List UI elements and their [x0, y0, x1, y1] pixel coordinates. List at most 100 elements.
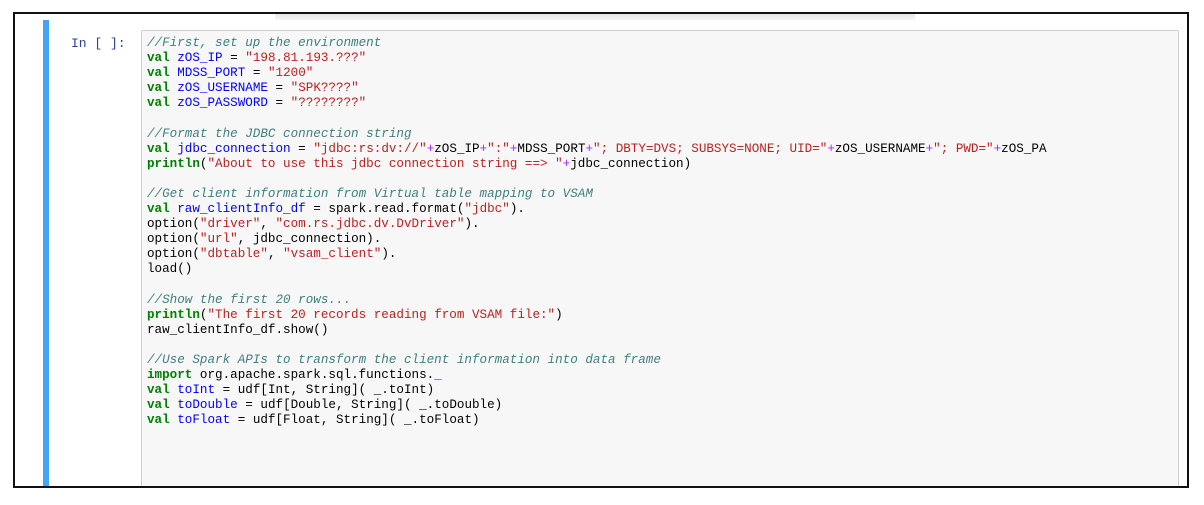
code-token: ,: [267, 247, 284, 262]
code-token: option(: [147, 247, 200, 262]
code-token: "url": [199, 232, 238, 247]
code-token: println: [147, 307, 200, 322]
code-line: val toDouble = udf[Double, String]( _.to…: [147, 398, 1047, 413]
code-token: val: [147, 413, 170, 428]
code-line: val jdbc_connection = "jdbc:rs:dv://"+zO…: [147, 142, 1047, 157]
code-token: "jdbc:rs:dv://": [313, 141, 427, 156]
code-token: "SPK????": [290, 81, 359, 96]
code-token: , jdbc_connection).: [237, 232, 382, 247]
code-token: raw_clientInfo_df.show(): [147, 322, 329, 337]
code-token: "; DBTY=DVS; SUBSYS=NONE; UID=": [593, 141, 828, 156]
code-line: println("The first 20 records reading fr…: [147, 308, 1047, 323]
code-line: load(): [147, 262, 1047, 277]
code-token: "com.rs.jdbc.dv.DvDriver": [275, 217, 465, 232]
code-line: import org.apache.spark.sql.functions._: [147, 368, 1047, 383]
code-token: "????????": [290, 96, 367, 111]
notebook-code-cell[interactable]: In [ ]: //First, set up the environment v…: [43, 20, 1187, 486]
code-token: = spark.read.format(: [305, 202, 465, 217]
code-line: println("About to use this jdbc connecti…: [147, 157, 1047, 172]
code-line: option("url", jdbc_connection).: [147, 232, 1047, 247]
code-token: zOS_PASSWORD: [177, 96, 268, 111]
code-token: zOS_PA: [1001, 141, 1047, 156]
code-line: //Show the first 20 rows...: [147, 293, 1047, 308]
code-line: val raw_clientInfo_df = spark.read.forma…: [147, 202, 1047, 217]
code-token: +: [827, 141, 835, 156]
code-token: "The first 20 records reading from VSAM …: [207, 307, 556, 322]
code-token: MDSS_PORT: [517, 141, 586, 156]
code-token: "; PWD=": [933, 141, 994, 156]
code-token: ":": [487, 141, 510, 156]
code-line: val zOS_PASSWORD = "????????": [147, 96, 1047, 111]
code-token: jdbc_connection: [177, 141, 291, 156]
code-line: val zOS_USERNAME = "SPK????": [147, 81, 1047, 96]
code-token: //First, set up the environment: [147, 36, 382, 50]
code-token: option(: [147, 217, 200, 232]
code-token: val: [147, 141, 170, 156]
code-token: load(): [147, 262, 193, 277]
code-token: val: [147, 398, 170, 413]
code-line: option("driver", "com.rs.jdbc.dv.DvDrive…: [147, 217, 1047, 232]
code-token: zOS_IP: [177, 51, 223, 66]
code-token: toDouble: [177, 398, 238, 413]
code-token: =: [290, 141, 314, 156]
code-token: org.apache.spark.sql.functions.: [192, 368, 435, 383]
code-token: ).: [381, 247, 397, 262]
code-token: //Show the first 20 rows...: [147, 292, 352, 307]
code-content[interactable]: //First, set up the environment val zOS_I…: [147, 36, 1047, 428]
code-editor[interactable]: //First, set up the environment val zOS_I…: [141, 30, 1179, 486]
code-token: val: [147, 96, 170, 111]
code-token: ).: [464, 217, 480, 232]
code-token: "About to use this jdbc connection strin…: [207, 156, 563, 171]
code-token: val: [147, 202, 170, 217]
code-token: +: [925, 141, 934, 156]
code-token: jdbc_connection): [570, 156, 692, 171]
code-token: _: [434, 368, 442, 383]
code-token: "dbtable": [199, 247, 268, 262]
screenshot-frame: In [ ]: //First, set up the environment v…: [13, 12, 1189, 488]
code-token: //Use Spark APIs to transform the client…: [147, 352, 661, 367]
code-token: zOS_USERNAME: [834, 141, 926, 156]
code-token: println: [147, 156, 200, 171]
code-line: //Get client information from Virtual ta…: [147, 187, 1047, 202]
code-line: //First, set up the environment: [147, 36, 1047, 51]
code-token: = udf[Int, String]( _.toInt): [215, 383, 435, 398]
code-token: =: [267, 81, 291, 96]
code-token: toInt: [177, 383, 216, 398]
code-token: val: [147, 51, 170, 66]
code-token: //Get client information from Virtual ta…: [147, 186, 593, 201]
code-token: val: [147, 383, 170, 398]
code-token: =: [245, 66, 268, 81]
code-token: MDSS_PORT: [177, 66, 246, 81]
code-token: = udf[Double, String]( _.toDouble): [237, 398, 503, 413]
code-token: raw_clientInfo_df: [177, 202, 306, 217]
code-line: val toInt = udf[Int, String]( _.toInt): [147, 383, 1047, 398]
code-token: "jdbc": [464, 202, 510, 217]
code-token: import: [147, 368, 193, 383]
code-line: //Use Spark APIs to transform the client…: [147, 353, 1047, 368]
code-line: val MDSS_PORT = "1200": [147, 66, 1047, 81]
code-token: ).: [509, 202, 525, 217]
code-line: //Format the JDBC connection string: [147, 127, 1047, 142]
code-token: "vsam_client": [283, 247, 382, 262]
code-token: toFloat: [177, 413, 231, 428]
code-token: "198.81.193.???": [245, 51, 367, 66]
code-token: //Format the JDBC connection string: [147, 126, 412, 141]
code-token: option(: [147, 232, 200, 247]
code-token: ): [555, 307, 563, 322]
code-token: "1200": [267, 66, 314, 81]
code-line: val toFloat = udf[Float, String]( _.toFl…: [147, 413, 1047, 428]
code-line: raw_clientInfo_df.show(): [147, 323, 1047, 338]
code-token: = udf[Float, String]( _.toFloat): [230, 413, 480, 428]
code-line: val zOS_IP = "198.81.193.???": [147, 51, 1047, 66]
code-token: zOS_USERNAME: [177, 81, 268, 96]
code-token: zOS_IP: [434, 141, 480, 156]
code-token: +: [585, 141, 594, 156]
code-line: option("dbtable", "vsam_client").: [147, 247, 1047, 262]
code-token: val: [147, 66, 170, 81]
code-token: ,: [260, 217, 276, 232]
code-token: =: [267, 96, 291, 111]
